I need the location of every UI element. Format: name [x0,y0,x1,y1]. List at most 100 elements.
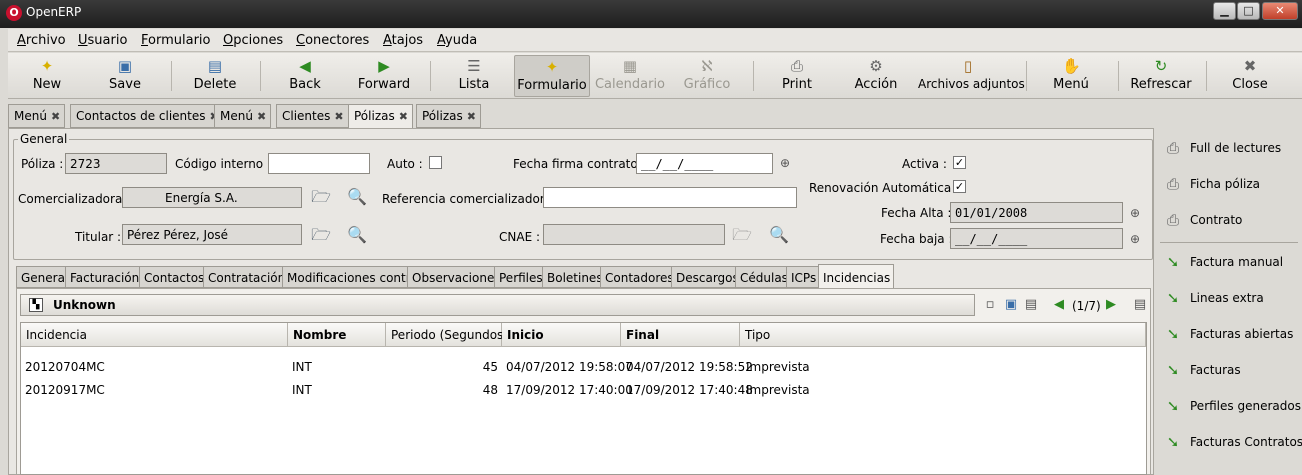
menu-archivo[interactable]: Archivo [17,33,66,48]
tab-polizas[interactable]: Pólizas ✖ [416,104,481,128]
action-button[interactable]: ⚙ Acción [841,55,911,97]
menu-usuario[interactable]: Usuario [78,33,127,48]
tab-icps[interactable]: ICPs [786,266,821,288]
tab-contactos[interactable]: Contactos [139,266,209,288]
tab-cedulas[interactable]: Cédulas [735,266,792,288]
switch-view-icon[interactable]: ▤ [1131,296,1149,314]
tab-observaciones[interactable]: Observaciones [407,266,505,288]
forward-button[interactable]: ▶ Forward [349,55,419,97]
form-view-button[interactable]: ✦ Formulario [514,55,590,97]
new-button[interactable]: ✦ New [12,55,82,97]
search-icon[interactable]: 🔍 [346,224,368,246]
titular-label: Titular : [75,230,122,244]
document-tabs: Menú✖ Contactos de clientes✖ Menú✖ Clien… [8,104,1302,128]
column-header-tipo[interactable]: Tipo [740,323,1146,347]
window-title: OpenERP [26,5,82,19]
tab-facturacion[interactable]: Facturación [65,266,144,288]
column-header-incidencia[interactable]: Incidencia [21,323,288,347]
poliza-field[interactable]: 2723 [65,153,167,174]
column-header-nombre[interactable]: Nombre [288,323,386,347]
menu-ayuda[interactable]: Ayuda [437,33,477,48]
fecha-baja-field[interactable]: __/__/____ [950,228,1123,249]
cell-periodo: 48 [482,383,498,397]
cell-nombre: INT [292,383,312,397]
next-icon[interactable]: ▶ [1102,296,1120,314]
search-icon[interactable]: 🔍 [768,224,790,246]
maximize-button[interactable]: □ [1237,2,1260,20]
delete-button[interactable]: ▤ Delete [180,55,250,97]
calendar-view-button[interactable]: ▦ Calendario [594,55,666,97]
minimize-button[interactable]: ▁ [1213,2,1236,20]
zoom-icon[interactable]: ⊕ [778,156,792,170]
poliza-label: Póliza : [21,157,64,171]
zoom-icon[interactable]: ⊕ [1128,232,1142,246]
tab-descargos[interactable]: Descargos [671,266,743,288]
tab-contactos-clientes[interactable]: Contactos de clientes✖ [70,104,224,128]
title-bar: O OpenERP ▁ □ ✕ [0,0,1302,28]
fecha-alta-field[interactable]: 01/01/2008 [950,202,1123,223]
new-record-icon[interactable]: ▫ [981,296,999,314]
tab-incidencias[interactable]: Incidencias [818,264,895,288]
list-view-toggle-icon[interactable]: ▚ [29,298,43,312]
close-tab-icon[interactable]: ✖ [399,110,408,123]
fecha-alta-label: Fecha Alta : [881,206,952,220]
folder-icon[interactable]: 🗁 [731,224,753,246]
menu-atajos[interactable]: Atajos [383,33,423,48]
calendar-icon: ▦ [622,57,638,75]
comercializadora-label: Comercializadora : [18,192,131,206]
tab-general[interactable]: General [16,266,73,288]
close-tab-icon[interactable]: ✖ [467,110,476,123]
tab-polizas-active[interactable]: Pólizas ✖ [348,104,413,128]
back-button[interactable]: ◀ Back [270,55,340,97]
print-button[interactable]: ⎙ Print [762,55,832,97]
folder-open-icon[interactable]: 🗁 [310,224,332,246]
cell-nombre: INT [292,360,312,374]
menu-button[interactable]: ✋ Menú [1036,55,1106,97]
save-record-icon[interactable]: ▣ [1002,296,1020,314]
column-header-final[interactable]: Final [621,323,740,347]
tab-perfiles[interactable]: Perfiles [494,266,547,288]
tab-menu-2[interactable]: Menú ✖ [214,104,272,128]
close-tab-icon[interactable]: ✖ [334,110,343,123]
menu-formulario[interactable]: Formulario [141,33,210,48]
cnae-field[interactable] [543,224,725,245]
list-view-button[interactable]: ☰ Lista [439,55,509,97]
renovacion-label: Renovación Automática : [809,181,960,195]
tab-menu-1[interactable]: Menú ✖ [8,104,66,128]
column-header-periodo[interactable]: Periodo (Segundos) [386,323,508,347]
save-button[interactable]: ▣ Save [90,55,160,97]
attachments-button[interactable]: ▯ Archivos adjuntos [918,55,1025,97]
graph-view-button[interactable]: ℵ Gráfico [672,55,742,97]
renovacion-checkbox[interactable]: ✓ [953,180,966,193]
close-tab-icon[interactable]: ✖ [257,110,266,123]
green-arrow-icon: ➘ [1166,433,1180,451]
openerp-logo-icon: O [6,5,22,21]
tab-contadores[interactable]: Contadores [600,266,678,288]
close-window-button[interactable]: ✕ [1262,2,1298,20]
tab-contratacion[interactable]: Contratación [203,266,290,288]
comercializadora-field[interactable]: Energía S.A. [122,187,302,208]
previous-icon[interactable]: ◀ [1050,296,1068,314]
search-icon[interactable]: 🔍 [346,186,368,208]
refresh-button[interactable]: ↻ Refrescar [1126,55,1196,97]
cell-incidencia: 20120704MC [25,360,105,374]
codigo-interno-field[interactable] [268,153,370,174]
printer-icon: ⎙ [1166,211,1179,229]
delete-record-icon[interactable]: ▤ [1022,296,1040,314]
tab-boletines[interactable]: Boletines [542,266,607,288]
menu-conectores[interactable]: Conectores [296,33,369,48]
activa-checkbox[interactable]: ✓ [953,156,966,169]
zoom-icon[interactable]: ⊕ [1128,206,1142,220]
close-button[interactable]: ✖ Close [1215,55,1285,97]
titular-field[interactable]: Pérez Pérez, José [122,224,302,245]
referencia-field[interactable] [543,187,797,208]
column-header-inicio[interactable]: Inicio [502,323,621,347]
tab-modificaciones[interactable]: Modificaciones contr. [282,266,418,288]
tab-clientes[interactable]: Clientes ✖ [276,104,349,128]
cnae-label: CNAE : [499,230,541,244]
folder-open-icon[interactable]: 🗁 [310,186,332,208]
auto-checkbox[interactable] [429,156,442,169]
close-tab-icon[interactable]: ✖ [51,110,60,123]
menu-opciones[interactable]: Opciones [223,33,283,48]
fecha-firma-field[interactable]: __/__/____ [636,153,773,174]
